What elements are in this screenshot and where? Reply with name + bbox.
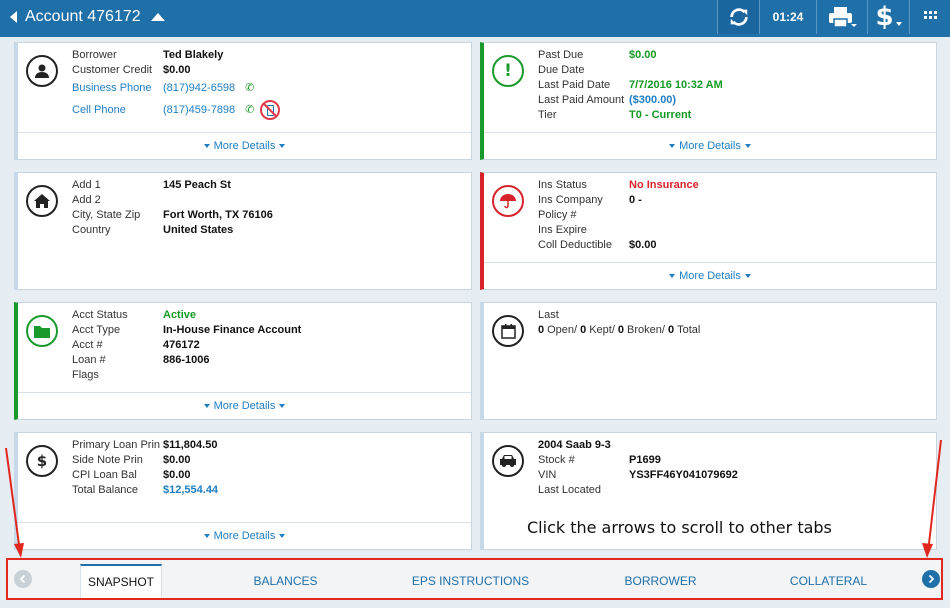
umbrella-icon (492, 185, 524, 217)
city-state-zip-row: City, State Zip Fort Worth, TX 76106 (72, 209, 273, 221)
account-title: Account 476172 (25, 8, 141, 25)
due-date-row: Due Date (538, 64, 585, 76)
country-row: Country United States (72, 224, 234, 236)
business-phone-label[interactable]: Business Phone (72, 78, 163, 98)
ins-expire-row: Ins Expire (538, 224, 587, 236)
insurance-panel: Ins Status No Insurance Ins Company 0 - … (480, 172, 937, 290)
cell-phone-row: Cell Phone (817)459-7898 ✆ (72, 98, 281, 122)
refresh-icon (729, 8, 748, 26)
acct-status-row: Acct Status Active (72, 309, 197, 321)
menu-button[interactable] (909, 0, 950, 34)
customer-credit-row: Customer Credit $0.00 (72, 64, 191, 76)
tab-balances[interactable]: BALANCES (208, 564, 363, 598)
dollar-icon: $ (875, 2, 894, 32)
payment-button[interactable]: $ (867, 0, 909, 34)
tab-borrower[interactable]: BORROWER (583, 564, 738, 598)
person-icon (26, 55, 58, 87)
tab-bar: SNAPSHOT BALANCES EPS INSTRUCTIONS BORRO… (6, 558, 943, 600)
folder-icon (26, 315, 58, 347)
caret-down-icon (203, 144, 210, 148)
print-button[interactable] (816, 0, 867, 34)
caret-down-icon (744, 144, 751, 148)
chevron-left-icon (19, 575, 26, 583)
past-due-row: Past Due $0.00 (538, 49, 657, 61)
caret-down-icon (744, 274, 751, 278)
no-text-message-icon[interactable] (260, 100, 281, 120)
left-annotation-arrow (5, 447, 21, 553)
borrower-row: Borrower Ted Blakely (72, 49, 224, 61)
caret-down-icon (203, 404, 210, 408)
tab-collateral[interactable]: COLLATERAL (751, 564, 906, 598)
collapse-caret-icon[interactable] (150, 13, 165, 21)
account-panel: Acct Status Active Acct Type In-House Fi… (14, 302, 472, 420)
business-phone-row: Business Phone (817)942-6598 ✆ (72, 78, 280, 98)
account-more-details[interactable]: More Details (18, 392, 471, 419)
chevron-right-icon (928, 575, 935, 583)
calendar-icon (492, 315, 524, 347)
caret-down-icon (669, 144, 676, 148)
promises-last-row: Last (538, 309, 559, 321)
borrower-panel: Borrower Ted Blakely Customer Credit $0.… (14, 42, 472, 160)
acct-type-row: Acct Type In-House Finance Account (72, 324, 302, 336)
promises-counts: 0 Open/ 0 Kept/ 0 Broken/ 0 Total (538, 324, 701, 336)
policy-number-row: Policy # (538, 209, 577, 221)
refresh-button[interactable] (717, 0, 759, 34)
right-annotation-arrow (927, 440, 942, 553)
phone-icon[interactable]: ✆ (245, 98, 254, 122)
account-title-toggle[interactable]: Account 476172 (10, 0, 165, 34)
tab-eps-instructions[interactable]: EPS INSTRUCTIONS (393, 564, 548, 598)
acct-number-row: Acct # 476172 (72, 339, 200, 351)
ins-status-row: Ins Status No Insurance (538, 179, 699, 191)
annotation-arrows (5, 440, 942, 558)
exclamation-icon: ! (492, 55, 524, 87)
tabs-scroll-right-button[interactable] (922, 570, 940, 588)
flags-row: Flags (72, 369, 99, 381)
cell-phone-link[interactable]: (817)459-7898 (163, 98, 235, 122)
loan-number-row: Loan # 886-1006 (72, 354, 210, 366)
insurance-more-details[interactable]: More Details (484, 262, 936, 289)
address-line2-row: Add 2 (72, 194, 101, 206)
ins-company-row: Ins Company 0 - (538, 194, 642, 206)
dropdown-caret-icon (895, 22, 902, 26)
payment-status-panel: ! Past Due $0.00 Due Date Last Paid Date… (480, 42, 937, 160)
promises-panel: Last 0 Open/ 0 Kept/ 0 Broken/ 0 Total (480, 302, 937, 420)
last-paid-amount-row: Last Paid Amount ($300.00) (538, 94, 677, 106)
top-bar: Account 476172 01:24 $ (0, 0, 950, 37)
caret-down-icon (669, 274, 676, 278)
address-panel: Add 1 145 Peach St Add 2 City, State Zip… (14, 172, 472, 290)
tabs-scroll-left-button[interactable] (14, 570, 32, 588)
phone-icon[interactable]: ✆ (245, 78, 254, 98)
back-arrow-icon[interactable] (10, 11, 17, 23)
tab-snapshot[interactable]: SNAPSHOT (80, 564, 162, 598)
borrower-more-details[interactable]: More Details (18, 132, 471, 159)
caret-down-icon (279, 144, 286, 148)
grid-menu-icon (924, 11, 937, 19)
cell-phone-label[interactable]: Cell Phone (72, 98, 163, 122)
printer-icon (829, 7, 857, 28)
coll-deductible-row: Coll Deductible $0.00 (538, 239, 657, 251)
address-line1-row: Add 1 145 Peach St (72, 179, 231, 191)
business-phone-link[interactable]: (817)942-6598 (163, 78, 235, 98)
caret-down-icon (279, 404, 286, 408)
tier-row: Tier T0 - Current (538, 109, 692, 121)
home-icon (26, 185, 58, 217)
call-timer: 01:24 (759, 0, 816, 34)
last-paid-date-row: Last Paid Date 7/7/2016 10:32 AM (538, 79, 723, 91)
status-more-details[interactable]: More Details (484, 132, 936, 159)
